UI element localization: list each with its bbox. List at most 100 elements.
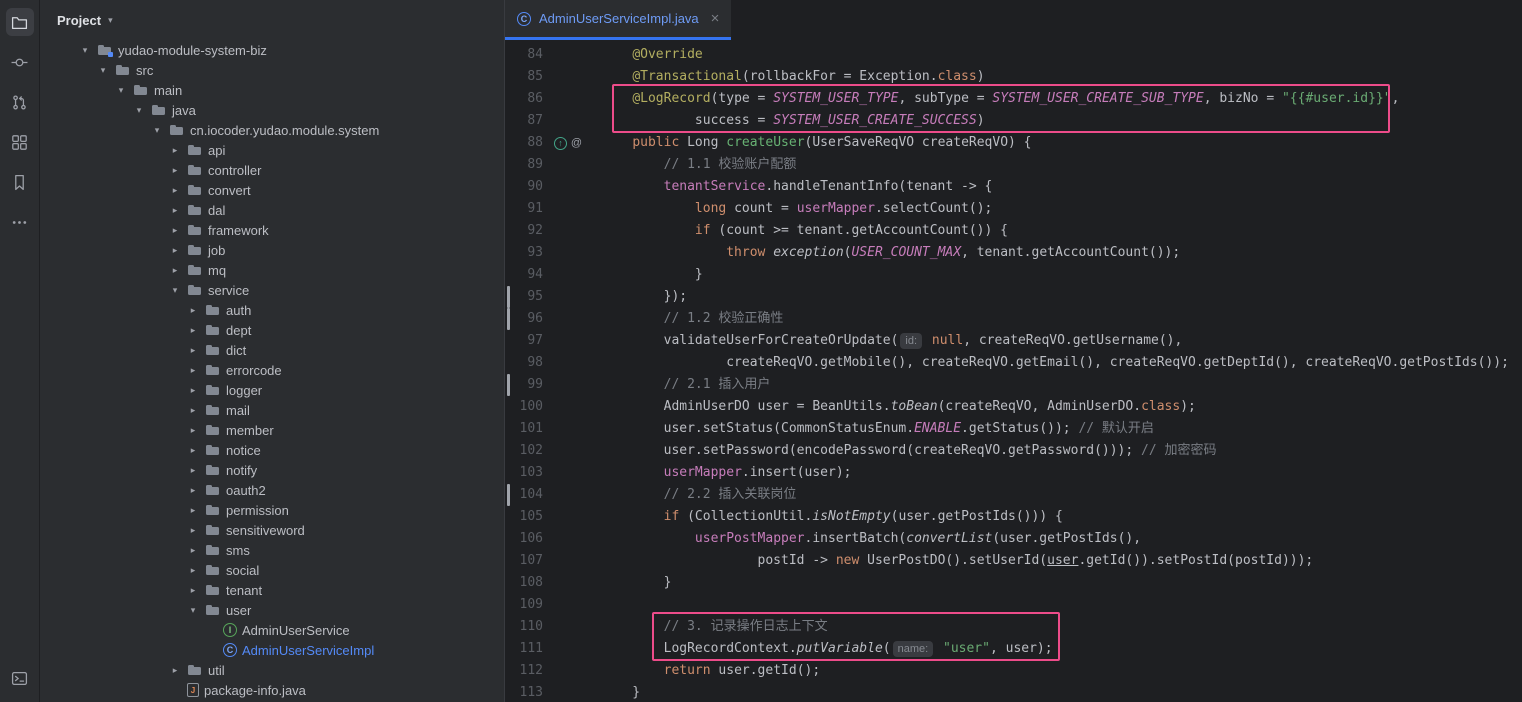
tree-item-api[interactable]: ▸api [40, 140, 504, 160]
line-number[interactable]: 101 [511, 418, 549, 440]
code-line-107[interactable]: 107 postId -> new UserPostDO().setUserId… [505, 550, 1522, 572]
tree-item-package-info-java[interactable]: package-info.java [40, 680, 504, 700]
chevron-right-icon[interactable]: ▸ [186, 365, 200, 376]
tree-item-dept[interactable]: ▸dept [40, 320, 504, 340]
tree-item-auth[interactable]: ▸auth [40, 300, 504, 320]
code-line-99[interactable]: 99 // 2.1 插入用户 [505, 374, 1522, 396]
line-number[interactable]: 111 [511, 638, 549, 660]
line-number[interactable]: 98 [511, 352, 549, 374]
tree-item-service[interactable]: ▾service [40, 280, 504, 300]
code-line-102[interactable]: 102 user.setPassword(encodePassword(crea… [505, 440, 1522, 462]
tree-item-dal[interactable]: ▸dal [40, 200, 504, 220]
line-number[interactable]: 105 [511, 506, 549, 528]
code-line-109[interactable]: 109 [505, 594, 1522, 616]
tree-item-member[interactable]: ▸member [40, 420, 504, 440]
tree-item-src[interactable]: ▾src [40, 60, 504, 80]
line-number[interactable]: 106 [511, 528, 549, 550]
code-line-98[interactable]: 98 createReqVO.getMobile(), createReqVO.… [505, 352, 1522, 374]
chevron-down-icon[interactable]: ▾ [114, 85, 128, 96]
chevron-right-icon[interactable]: ▸ [186, 325, 200, 336]
chevron-down-icon[interactable]: ▾ [132, 105, 146, 116]
line-number[interactable]: 86 [511, 88, 549, 110]
close-icon[interactable]: × [711, 11, 720, 26]
code-line-111[interactable]: 111 LogRecordContext.putVariable(name: "… [505, 638, 1522, 660]
code-line-95[interactable]: 95 }); [505, 286, 1522, 308]
tree-item-job[interactable]: ▸job [40, 240, 504, 260]
line-number[interactable]: 92 [511, 220, 549, 242]
chevron-right-icon[interactable]: ▸ [186, 565, 200, 576]
line-number[interactable]: 87 [511, 110, 549, 132]
code-line-92[interactable]: 92 if (count >= tenant.getAccountCount()… [505, 220, 1522, 242]
chevron-right-icon[interactable]: ▸ [186, 505, 200, 516]
chevron-right-icon[interactable]: ▸ [186, 445, 200, 456]
pull-requests-icon[interactable] [6, 88, 34, 116]
tree-item-convert[interactable]: ▸convert [40, 180, 504, 200]
project-tool-header[interactable]: Project ▾ [40, 0, 504, 40]
tree-item-notify[interactable]: ▸notify [40, 460, 504, 480]
code-line-105[interactable]: 105 if (CollectionUtil.isNotEmpty(user.g… [505, 506, 1522, 528]
line-number[interactable]: 113 [511, 682, 549, 702]
code-area[interactable]: 84 @Override85 @Transactional(rollbackFo… [505, 40, 1522, 702]
code-line-94[interactable]: 94 } [505, 264, 1522, 286]
chevron-right-icon[interactable]: ▸ [168, 265, 182, 276]
chevron-right-icon[interactable]: ▸ [186, 545, 200, 556]
code-line-96[interactable]: 96 // 1.2 校验正确性 [505, 308, 1522, 330]
chevron-right-icon[interactable]: ▸ [186, 525, 200, 536]
line-number[interactable]: 104 [511, 484, 549, 506]
line-number[interactable]: 96 [511, 308, 549, 330]
line-number[interactable]: 110 [511, 616, 549, 638]
line-number[interactable]: 90 [511, 176, 549, 198]
line-number[interactable]: 85 [511, 66, 549, 88]
annotation-icon[interactable] [570, 137, 583, 150]
code-line-110[interactable]: 110 // 3. 记录操作日志上下文 [505, 616, 1522, 638]
line-number[interactable]: 91 [511, 198, 549, 220]
code-line-87[interactable]: 87 success = SYSTEM_USER_CREATE_SUCCESS) [505, 110, 1522, 132]
tree-item-mq[interactable]: ▸mq [40, 260, 504, 280]
code-line-97[interactable]: 97 validateUserForCreateOrUpdate(id: nul… [505, 330, 1522, 352]
line-number[interactable]: 95 [511, 286, 549, 308]
chevron-right-icon[interactable]: ▸ [168, 225, 182, 236]
chevron-right-icon[interactable]: ▸ [186, 405, 200, 416]
code-line-106[interactable]: 106 userPostMapper.insertBatch(convertLi… [505, 528, 1522, 550]
chevron-down-icon[interactable]: ▾ [168, 285, 182, 296]
tree-item-util[interactable]: ▸util [40, 660, 504, 680]
chevron-right-icon[interactable]: ▸ [186, 305, 200, 316]
chevron-right-icon[interactable]: ▸ [168, 205, 182, 216]
tree-item-cn-iocoder-yudao-module-system[interactable]: ▾cn.iocoder.yudao.module.system [40, 120, 504, 140]
chevron-right-icon[interactable]: ▸ [168, 245, 182, 256]
tree-item-notice[interactable]: ▸notice [40, 440, 504, 460]
code-line-89[interactable]: 89 // 1.1 校验账户配额 [505, 154, 1522, 176]
chevron-right-icon[interactable]: ▸ [168, 185, 182, 196]
chevron-down-icon[interactable]: ▾ [96, 65, 110, 76]
code-line-93[interactable]: 93 throw exception(USER_COUNT_MAX, tenan… [505, 242, 1522, 264]
code-line-108[interactable]: 108 } [505, 572, 1522, 594]
tree-item-errorcode[interactable]: ▸errorcode [40, 360, 504, 380]
code-line-104[interactable]: 104 // 2.2 插入关联岗位 [505, 484, 1522, 506]
chevron-right-icon[interactable]: ▸ [186, 485, 200, 496]
tree-item-main[interactable]: ▾main [40, 80, 504, 100]
tree-item-permission[interactable]: ▸permission [40, 500, 504, 520]
line-number[interactable]: 112 [511, 660, 549, 682]
tab-adminuserserviceimpl-java[interactable]: AdminUserServiceImpl.java × [505, 0, 731, 40]
chevron-down-icon[interactable]: ▾ [78, 45, 92, 56]
structure-icon[interactable] [6, 128, 34, 156]
tree-item-sms[interactable]: ▸sms [40, 540, 504, 560]
code-line-100[interactable]: 100 AdminUserDO user = BeanUtils.toBean(… [505, 396, 1522, 418]
chevron-down-icon[interactable]: ▾ [186, 605, 200, 616]
code-line-84[interactable]: 84 @Override [505, 44, 1522, 66]
tree-item-java[interactable]: ▾java [40, 100, 504, 120]
line-number[interactable]: 99 [511, 374, 549, 396]
line-number[interactable]: 103 [511, 462, 549, 484]
line-number[interactable]: 93 [511, 242, 549, 264]
chevron-right-icon[interactable]: ▸ [168, 665, 182, 676]
chevron-right-icon[interactable]: ▸ [186, 385, 200, 396]
line-number[interactable]: 108 [511, 572, 549, 594]
chevron-down-icon[interactable]: ▾ [150, 125, 164, 136]
code-line-113[interactable]: 113 } [505, 682, 1522, 702]
more-icon[interactable] [6, 208, 34, 236]
code-line-86[interactable]: 86 @LogRecord(type = SYSTEM_USER_TYPE, s… [505, 88, 1522, 110]
chevron-right-icon[interactable]: ▸ [168, 145, 182, 156]
bookmarks-icon[interactable] [6, 168, 34, 196]
chevron-right-icon[interactable]: ▸ [168, 165, 182, 176]
line-number[interactable]: 89 [511, 154, 549, 176]
